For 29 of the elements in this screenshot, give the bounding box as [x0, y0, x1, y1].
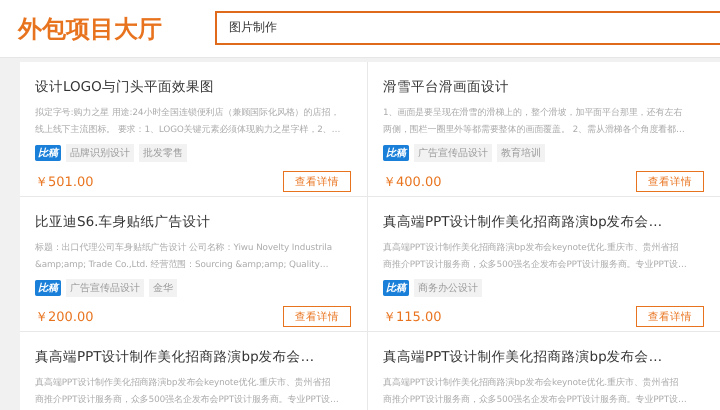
bid-badge: 比稿 [383, 144, 409, 160]
project-description: 1、画面是要呈现在滑雪的滑梯上的，整个滑坡，加平面平台那里，还有左右 两侧，围栏一圈里外等都需要整体的画面覆盖。 2、需从滑梯各个角度看都… [383, 106, 686, 137]
search-field[interactable]: 图片制作 [215, 10, 720, 44]
project-price: ￥115.00 [383, 308, 442, 326]
project-price: ￥200.00 [35, 308, 94, 326]
project-title[interactable]: 真高端PPT设计制作美化招商路演bp发布会… [383, 348, 705, 366]
project-description: 真高端PPT设计制作美化招商路演bp发布会keynote优化.重庆市、贵州省招 商推介PPT设计服务商，众多500强名企发布会PPT设计服务商。专业PPT设… [383, 376, 688, 407]
project-title[interactable]: 真高端PPT设计制作美化招商路演bp发布会… [383, 213, 705, 231]
category-tag: 品牌识别设计 [66, 144, 134, 162]
category-tag: 教育培训 [497, 144, 545, 162]
bid-badge: 比稿 [383, 280, 409, 296]
bid-badge: 比稿 [35, 144, 61, 160]
project-description: 拟定字号:购力之星 用途:24小时全国连锁便利店（兼顾国际化风格）的店招， 线上线下主流图标。 要求：1、LOGO关键元素必须体现购力之星字样，2、… [35, 106, 342, 137]
project-price: ￥400.00 [383, 174, 442, 190]
project-description: 真高端PPT设计制作美化招商路演bp发布会keynote优化.重庆市、贵州省招 商推介PPT设计服务商，众多500强名企发布会PPT设计服务商。专业PPT设… [35, 376, 340, 407]
category-tag: 广告宣传品设计 [66, 278, 144, 296]
bid-badge: 比稿 [35, 280, 61, 296]
project-description: 真高端PPT设计制作美化招商路演bp发布会keynote优化.重庆市、贵州省招 商推介PPT设计服务商，众多500强名企发布会PPT设计服务商。专业PPT设… [383, 242, 688, 272]
project-price: ￥501.00 [35, 174, 94, 190]
category-tag: 广告宣传品设计 [414, 144, 492, 162]
category-tag: 批发零售 [139, 144, 187, 162]
project-description: 标题：出口代理公司车身贴纸广告设计 公司名称：Yiwu Novelty Industrila &amp;amp; Trade Co.,Ltd. 经营范围：Sourcing &amp;amp; Quality… [35, 242, 333, 272]
project-title[interactable]: 滑雪平台滑画面设计 [383, 78, 705, 96]
category-tag: 金华 [149, 278, 177, 296]
project-title[interactable]: 比亚迪S6.车身贴纸广告设计 [35, 213, 352, 231]
project-title[interactable]: 设计LOGO与门头平面效果图 [35, 78, 352, 96]
category-tag: 商务办公设计 [414, 278, 482, 296]
page-title: 外包项目大厅 [16, 14, 163, 44]
project-title[interactable]: 真高端PPT设计制作美化招商路演bp发布会… [35, 348, 352, 366]
